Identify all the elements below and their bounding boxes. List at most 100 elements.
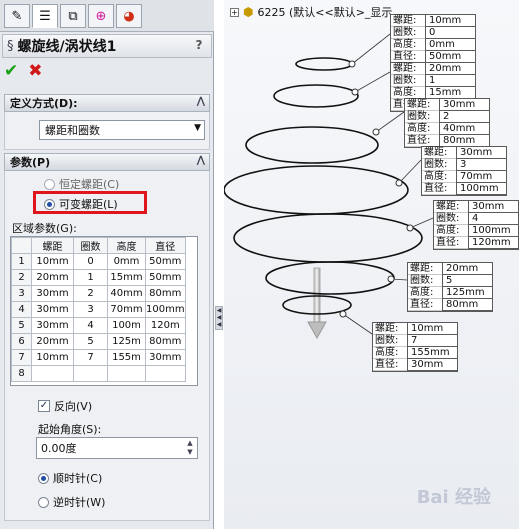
table-cell[interactable]: [145, 365, 186, 382]
callout-value[interactable]: 2: [439, 111, 489, 123]
table-cell[interactable]: 30mm: [31, 301, 74, 318]
callout-value[interactable]: 20mm: [442, 263, 492, 275]
helix-callout: 螺距: 30mm 圈数: 4 高度: 100mm 直径: 120mm: [433, 200, 519, 250]
feature-manager-icon[interactable]: ✎: [4, 4, 30, 28]
table-cell[interactable]: 7: [73, 349, 108, 366]
helix-callout: 螺距: 30mm 圈数: 2 高度: 40mm 直径: 80mm: [404, 98, 490, 148]
callout-value[interactable]: 0mm: [425, 39, 475, 51]
table-row[interactable]: 1 10mm 0 0mm 50mm: [11, 253, 186, 270]
callout-value[interactable]: 10mm: [407, 323, 457, 335]
table-cell[interactable]: 20mm: [31, 269, 74, 286]
table-cell[interactable]: 30mm: [31, 285, 74, 302]
clockwise-radio[interactable]: 顺时针(C): [38, 470, 102, 486]
start-angle-input[interactable]: 0.00度 ▲ ▼: [36, 437, 198, 459]
table-row[interactable]: 6 20mm 5 125m 80mm: [11, 333, 186, 350]
callout-key: 直径:: [408, 299, 442, 311]
table-cell[interactable]: 5: [73, 333, 108, 350]
dimxpert-icon[interactable]: ⊕: [88, 4, 114, 28]
table-cell[interactable]: [31, 365, 74, 382]
table-cell[interactable]: 40mm: [107, 285, 146, 302]
callout-value[interactable]: 70mm: [456, 171, 506, 183]
table-cell[interactable]: 70mm: [107, 301, 146, 318]
callout-key: 螺距:: [408, 263, 442, 275]
callout-value[interactable]: 30mm: [468, 201, 518, 213]
ok-button[interactable]: ✔: [4, 61, 18, 81]
collapse-icon[interactable]: ⋀: [197, 155, 205, 166]
callout-value[interactable]: 7: [407, 335, 457, 347]
callout-value[interactable]: 80mm: [442, 299, 492, 311]
table-cell[interactable]: 0: [73, 253, 108, 270]
callout-value[interactable]: 125mm: [442, 287, 492, 299]
constant-pitch-radio[interactable]: 恒定螺距(C): [44, 176, 119, 192]
table-cell[interactable]: 4: [73, 317, 108, 334]
table-row[interactable]: 7 10mm 7 155m 30mm: [11, 349, 186, 366]
callout-value[interactable]: 30mm: [456, 147, 506, 159]
callout-value[interactable]: 1: [425, 75, 475, 87]
table-cell[interactable]: 100mm: [145, 301, 186, 318]
table-cell[interactable]: 10mm: [31, 349, 74, 366]
table-cell[interactable]: 1: [73, 269, 108, 286]
region-parameters-table[interactable]: 螺距 圈数 高度 直径 1 10mm 0 0mm 50mm 2 20mm 1 15mm 50mm 3…: [10, 236, 198, 386]
table-cell[interactable]: 3: [73, 301, 108, 318]
table-row[interactable]: 8: [11, 365, 186, 382]
display-manager-icon[interactable]: ◕: [116, 4, 142, 28]
callout-value[interactable]: 5: [442, 275, 492, 287]
cancel-button[interactable]: ✖: [28, 61, 42, 81]
callout-key: 圈数:: [405, 111, 439, 123]
table-cell[interactable]: 50mm: [145, 269, 186, 286]
corner-header: [11, 237, 32, 254]
configuration-manager-icon[interactable]: ⧉: [60, 4, 86, 28]
table-cell[interactable]: 155m: [107, 349, 146, 366]
table-cell[interactable]: 80mm: [145, 285, 186, 302]
counterclockwise-radio[interactable]: 逆时针(W): [38, 494, 105, 510]
property-manager-icon[interactable]: ☰: [32, 4, 58, 28]
table-cell[interactable]: 100m: [107, 317, 146, 334]
callout-value[interactable]: 30mm: [439, 99, 489, 111]
callout-value[interactable]: 10mm: [425, 15, 475, 27]
parameter-grid: 螺距 圈数 高度 直径 1 10mm 0 0mm 50mm 2 20mm 1 15mm 50mm 3…: [11, 237, 186, 382]
callout-value[interactable]: 0: [425, 27, 475, 39]
callout-key: 高度:: [422, 171, 456, 183]
callout-value[interactable]: 100mm: [456, 183, 506, 195]
callout-value[interactable]: 40mm: [439, 123, 489, 135]
table-cell[interactable]: 20mm: [31, 333, 74, 350]
callout-value[interactable]: 4: [468, 213, 518, 225]
help-icon[interactable]: ?: [191, 38, 207, 54]
table-cell[interactable]: 80mm: [145, 333, 186, 350]
table-cell[interactable]: 30mm: [31, 317, 74, 334]
table-cell[interactable]: 125m: [107, 333, 146, 350]
callout-value[interactable]: 3: [456, 159, 506, 171]
definition-dropdown[interactable]: 螺距和圈数 ▼: [39, 120, 205, 140]
callout-value[interactable]: 30mm: [407, 359, 457, 371]
reverse-checkbox[interactable]: ✓ 反向(V): [38, 398, 92, 414]
callout-key: 圈数:: [408, 275, 442, 287]
table-row[interactable]: 4 30mm 3 70mm 100mm: [11, 301, 186, 318]
feature-title-bar: § 螺旋线/涡状线1 ?: [2, 34, 212, 58]
row-number: 8: [11, 365, 32, 382]
callout-value[interactable]: 100mm: [468, 225, 518, 237]
table-row[interactable]: 3 30mm 2 40mm 80mm: [11, 285, 186, 302]
table-cell[interactable]: 10mm: [31, 253, 74, 270]
table-cell[interactable]: 2: [73, 285, 108, 302]
row-number: 2: [11, 269, 32, 286]
graphics-area[interactable]: + ⬢ 6225 (默认<<默认>_显示 螺距: 10mm 圈数: 0 高度: …: [224, 0, 519, 529]
callout-value[interactable]: 155mm: [407, 347, 457, 359]
parameters-section-header[interactable]: 参数(P) ⋀: [4, 153, 210, 171]
table-cell[interactable]: 0mm: [107, 253, 146, 270]
panel-splitter-handle[interactable]: ◀ ◀ ◀: [215, 306, 223, 330]
table-cell[interactable]: [73, 365, 108, 382]
collapse-icon[interactable]: ⋀: [197, 96, 205, 107]
callout-value[interactable]: 120mm: [468, 237, 518, 249]
table-cell[interactable]: 30mm: [145, 349, 186, 366]
table-cell[interactable]: 50mm: [145, 253, 186, 270]
definition-section-header[interactable]: 定义方式(D): ⋀: [4, 94, 210, 112]
row-number: 7: [11, 349, 32, 366]
table-cell[interactable]: [107, 365, 146, 382]
table-row[interactable]: 5 30mm 4 100m 120m: [11, 317, 186, 334]
callout-key: 直径:: [434, 237, 468, 249]
spinner-icon[interactable]: ▲ ▼: [184, 439, 196, 457]
callout-value[interactable]: 20mm: [425, 63, 475, 75]
table-row[interactable]: 2 20mm 1 15mm 50mm: [11, 269, 186, 286]
table-cell[interactable]: 15mm: [107, 269, 146, 286]
table-cell[interactable]: 120m: [145, 317, 186, 334]
